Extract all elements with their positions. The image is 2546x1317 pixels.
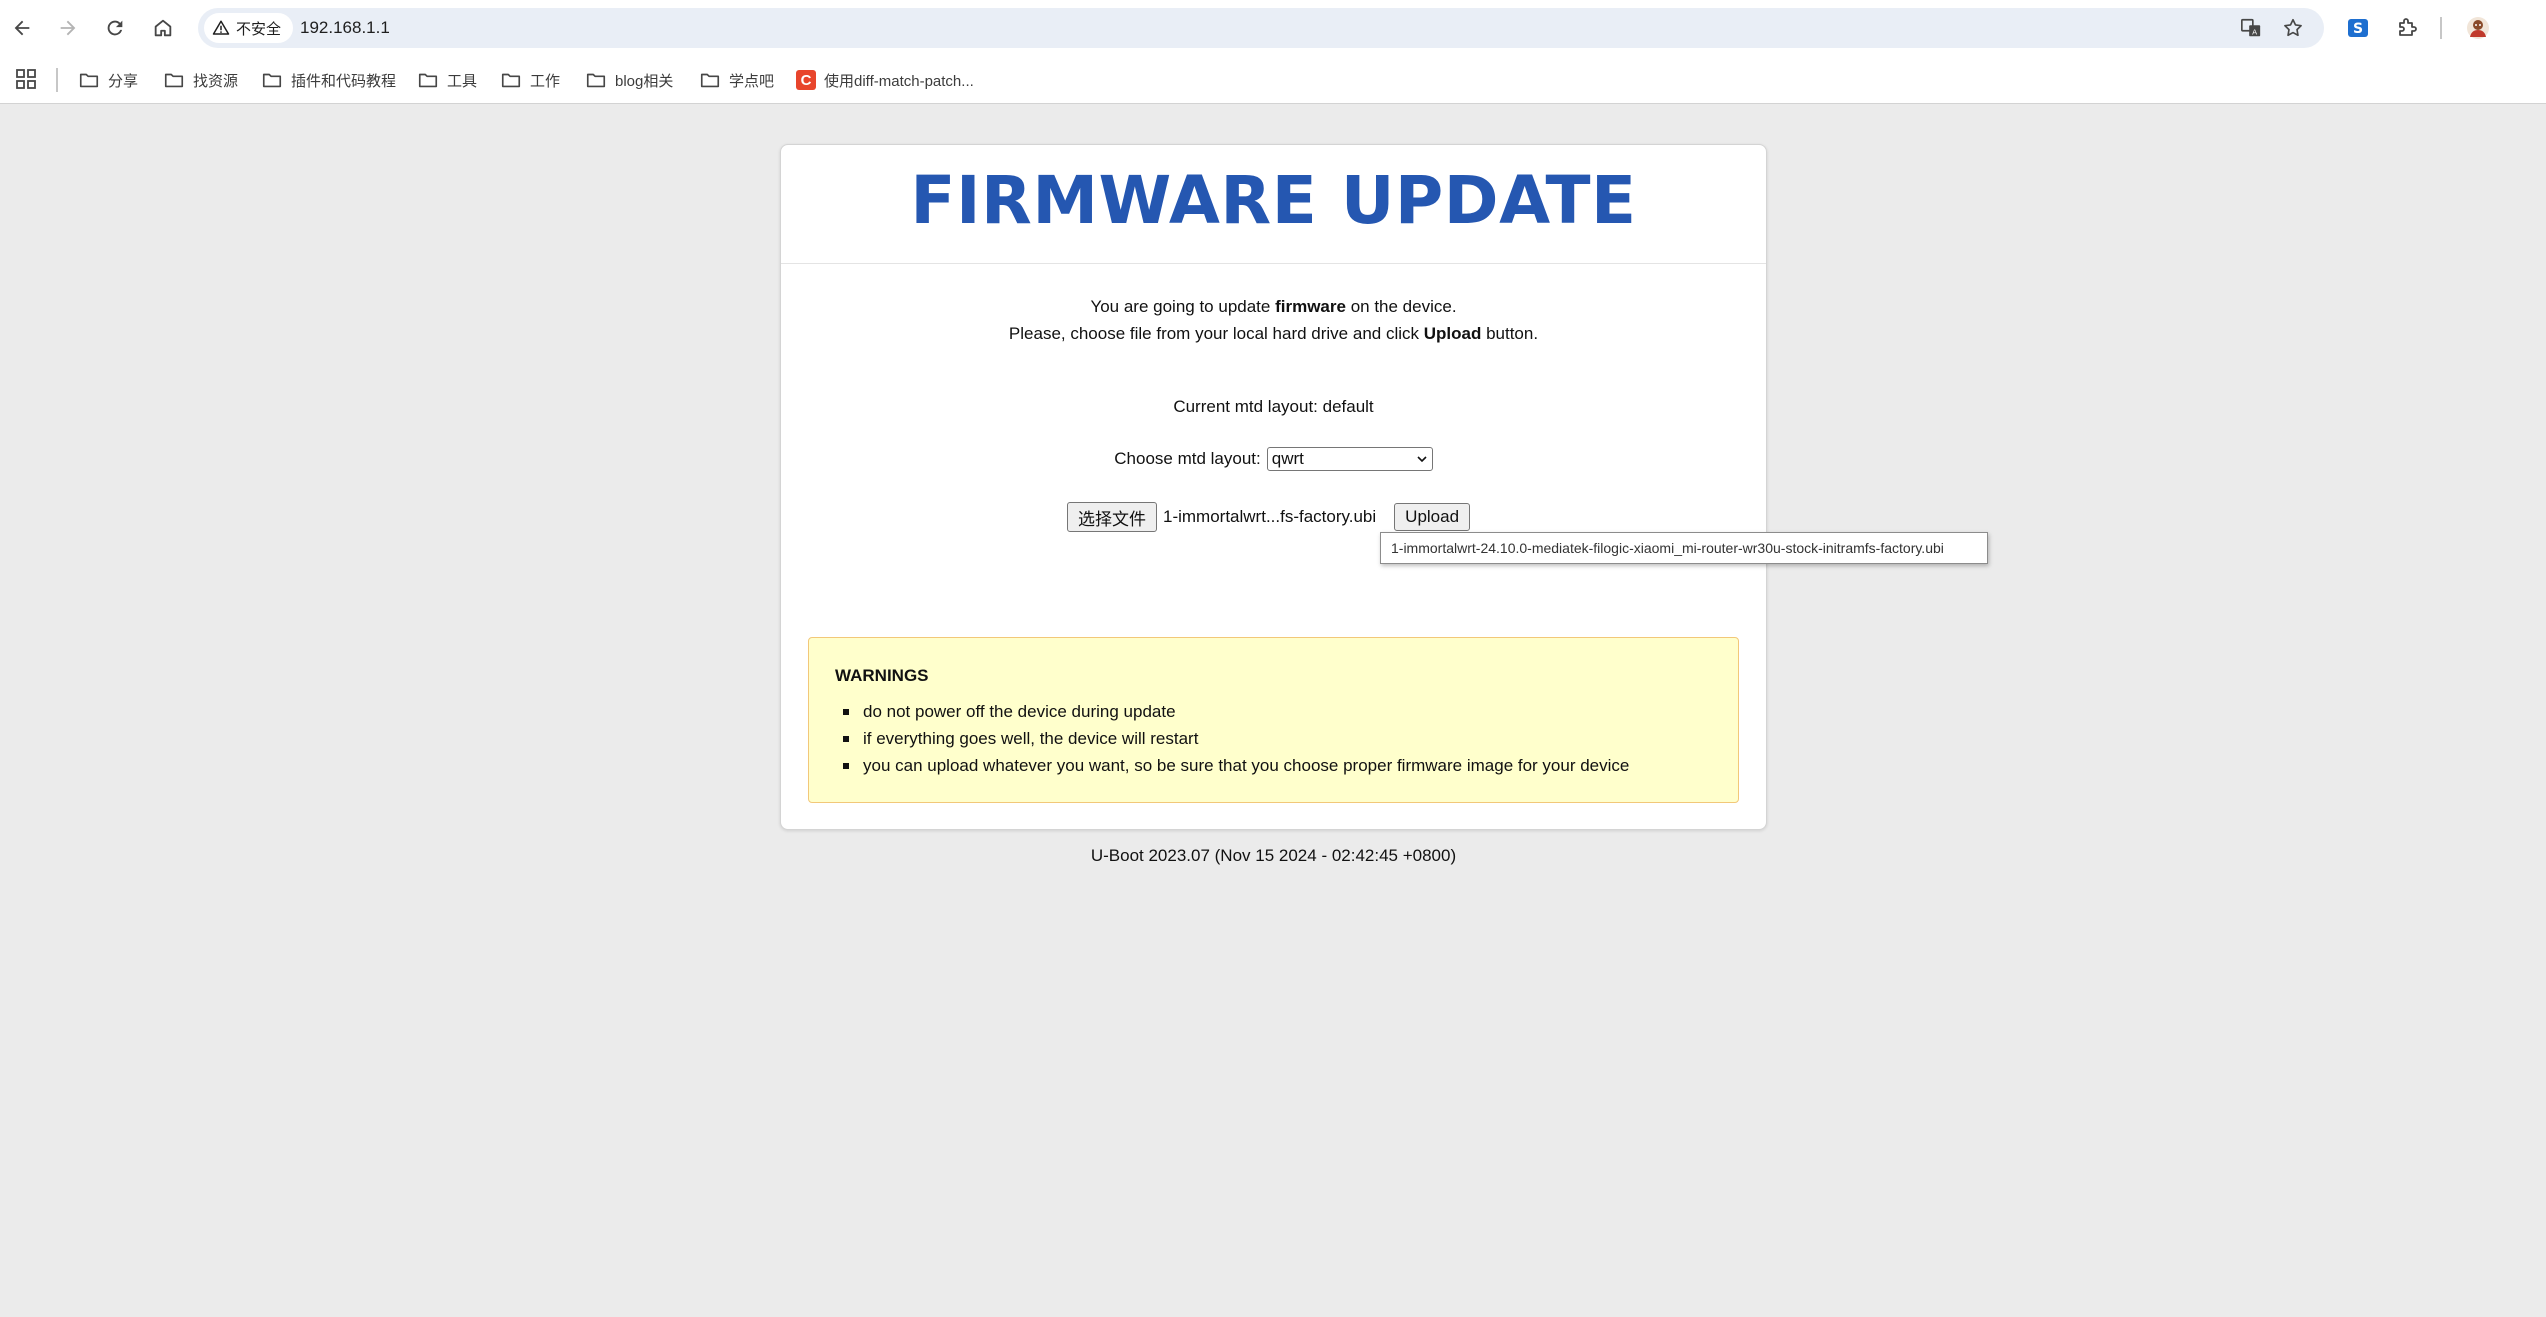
bookmark-star-button[interactable] <box>2280 15 2306 41</box>
upload-button[interactable]: Upload <box>1394 503 1471 531</box>
reload-button[interactable] <box>99 12 131 44</box>
home-button[interactable] <box>147 12 179 44</box>
translate-icon: A <box>2241 18 2261 36</box>
choose-mtd-row: Choose mtd layout: qwrt <box>781 447 1766 471</box>
uboot-version-footer: U-Boot 2023.07 (Nov 15 2024 - 02:42:45 +… <box>1090 846 1457 865</box>
url-text[interactable]: 192.168.1.1 <box>300 18 390 38</box>
choose-file-button[interactable]: 选择文件 <box>1067 502 1157 532</box>
mtd-layout-value: qwrt <box>1271 449 1304 468</box>
bookmark-folder-learn[interactable]: 学点吧 <box>699 66 774 94</box>
bullet-icon <box>843 735 849 742</box>
intro-text: You are going to update firmware on the … <box>781 293 1766 347</box>
intro-line-2: Please, choose file from your local hard… <box>781 320 1766 347</box>
warning-icon <box>212 20 230 35</box>
bookmark-label: blog相关 <box>615 72 674 90</box>
warnings-box: WARNINGS do not power off the device dur… <box>808 637 1739 803</box>
puzzle-icon <box>2399 18 2417 36</box>
extension-s-button[interactable]: S <box>2344 14 2372 42</box>
mtd-layout-select[interactable]: qwrt <box>1266 447 1433 471</box>
intro-1-post: on the device. <box>1345 297 1457 316</box>
bookmark-diff-match-patch[interactable]: C 使用diff-match-patch... <box>796 66 974 94</box>
bookmark-folder-work[interactable]: 工作 <box>500 66 560 94</box>
back-button[interactable] <box>6 12 38 44</box>
translate-button[interactable]: A <box>2238 15 2264 41</box>
firmware-card: FIRMWARE UPDATE You are going to update … <box>780 144 1767 830</box>
folder-icon <box>79 73 99 88</box>
selected-file-name: 1-immortalwrt...fs-factory.ubi <box>1163 507 1377 526</box>
intro-line-1: You are going to update firmware on the … <box>781 293 1766 320</box>
bookmarks-bar: 分享 找资源 插件和代码教程 工具 工作 blog相关 学点吧 C 使用diff… <box>0 56 2546 104</box>
svg-text:S: S <box>2353 21 2363 37</box>
file-upload-row: 选择文件 1-immortalwrt...fs-factory.ubi Uplo… <box>1067 501 1471 533</box>
arrow-right-icon <box>60 20 76 36</box>
bookmark-folder-resources[interactable]: 找资源 <box>163 66 238 94</box>
intro-1-bold: firmware <box>1275 297 1346 316</box>
apps-grid-icon[interactable] <box>14 67 38 91</box>
folder-icon <box>501 73 521 88</box>
warning-text: do not power off the device during updat… <box>863 702 1176 721</box>
choose-mtd-label: Choose mtd layout: <box>1114 449 1261 468</box>
bookmark-label: 工具 <box>447 72 478 90</box>
intro-2-bold: Upload <box>1423 324 1482 343</box>
current-mtd-layout: Current mtd layout: default <box>1173 397 1374 416</box>
bookmark-label: 找资源 <box>193 72 239 90</box>
warning-item: do not power off the device during updat… <box>835 698 1629 725</box>
folder-icon <box>418 73 438 88</box>
arrow-left-icon <box>14 20 30 36</box>
intro-2-pre: Please, choose file from your local hard… <box>1008 324 1424 343</box>
folder-icon <box>262 73 282 88</box>
bookmark-label: 插件和代码教程 <box>291 72 397 90</box>
warnings-title: WARNINGS <box>835 666 929 685</box>
star-icon <box>2284 18 2302 37</box>
bookmark-folder-plugins[interactable]: 插件和代码教程 <box>261 66 396 94</box>
toolbar-separator <box>2440 17 2442 39</box>
bookmark-label: 使用diff-match-patch... <box>824 72 974 90</box>
intro-2-post: button. <box>1481 324 1539 343</box>
bookmarks-separator <box>56 68 58 92</box>
security-label: 不安全 <box>236 20 282 38</box>
security-chip[interactable]: 不安全 <box>204 13 294 43</box>
bookmark-folder-share[interactable]: 分享 <box>78 66 138 94</box>
page-title: FIRMWARE UPDATE <box>910 162 1637 239</box>
site-favicon: C <box>796 70 816 90</box>
home-icon <box>154 19 172 37</box>
bookmark-folder-tools[interactable]: 工具 <box>417 66 477 94</box>
browser-toolbar: 不安全 192.168.1.1 A S <box>0 0 2546 56</box>
svg-text:A: A <box>2252 27 2257 36</box>
bookmark-label: 学点吧 <box>729 72 775 90</box>
warnings-list: do not power off the device during updat… <box>835 698 1629 779</box>
warning-item: you can upload whatever you want, so be … <box>835 752 1629 779</box>
folder-icon <box>586 73 606 88</box>
reload-icon <box>107 20 123 36</box>
warning-item: if everything goes well, the device will… <box>835 725 1629 752</box>
address-bar[interactable]: 不安全 192.168.1.1 A <box>198 8 2324 48</box>
file-name-tooltip: 1-immortalwrt-24.10.0-mediatek-filogic-x… <box>1380 532 1988 564</box>
folder-icon <box>164 73 184 88</box>
forward-button[interactable] <box>52 12 84 44</box>
bullet-icon <box>843 708 849 715</box>
bookmark-label: 工作 <box>530 72 561 90</box>
title-divider <box>781 263 1766 264</box>
bullet-icon <box>843 762 849 769</box>
warning-text: if everything goes well, the device will… <box>863 729 1199 748</box>
bookmark-folder-blog[interactable]: blog相关 <box>585 66 673 94</box>
chevron-down-icon <box>1417 456 1427 463</box>
intro-1-pre: You are going to update <box>1090 297 1276 316</box>
extension-s-icon: S <box>2348 19 2368 37</box>
extensions-button[interactable] <box>2393 14 2421 42</box>
bookmark-label: 分享 <box>108 72 139 90</box>
avatar <box>2467 17 2489 39</box>
folder-icon <box>700 73 720 88</box>
profile-button[interactable] <box>2464 14 2492 42</box>
warning-text: you can upload whatever you want, so be … <box>863 756 1630 775</box>
